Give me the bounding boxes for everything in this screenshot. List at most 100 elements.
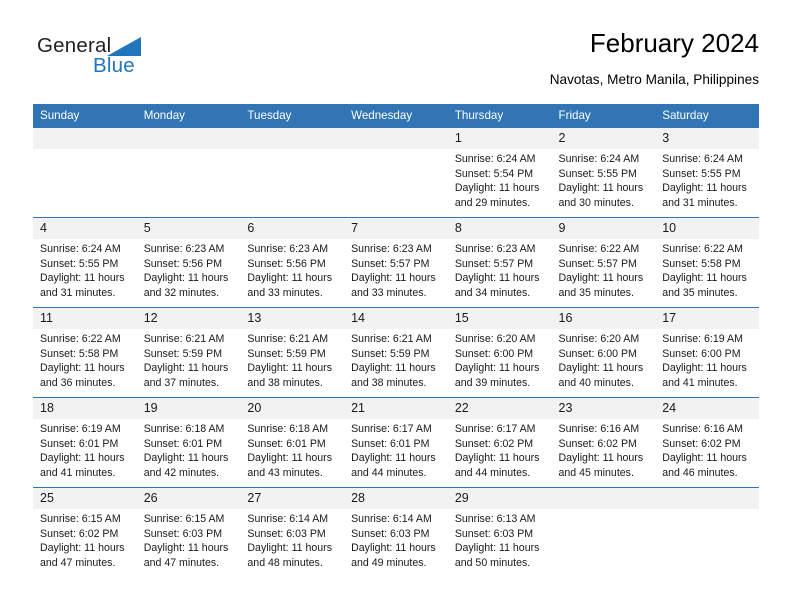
sunrise-text: Sunrise: 6:23 AM [454, 243, 536, 255]
calendar-day-cell[interactable]: 17 Sunrise: 6:19 AM Sunset: 6:00 PM Dayligh… [655, 307, 759, 398]
daylight-text-line1: Daylight: 11 hours [143, 272, 229, 285]
sunrise-text: Sunrise: 6:15 AM [40, 513, 121, 525]
sunrise-text: Sunrise: 6:13 AM [454, 513, 536, 525]
sunset-text: Sunset: 5:55 PM [662, 167, 741, 180]
calendar-day-cell[interactable]: 2 Sunrise: 6:24 AM Sunset: 5:55 PM Daylight… [551, 127, 656, 218]
sunrise-text: Sunrise: 6:23 AM [143, 243, 225, 255]
sunset-text: Sunset: 6:03 PM [247, 527, 326, 540]
calendar-day-cell[interactable]: 21 Sunrise: 6:17 AM Sunset: 6:01 PM Dayligh… [344, 397, 448, 488]
day-number: 3 [655, 128, 759, 149]
daylight-text-line1: Daylight: 11 hours [247, 362, 333, 375]
daylight-text-line2: and 38 minutes. [351, 376, 427, 389]
calendar-day-cell[interactable]: 5 Sunrise: 6:23 AM Sunset: 5:56 PM Daylight… [136, 217, 241, 308]
calendar-day-cell[interactable]: 24 Sunrise: 6:16 AM Sunset: 6:02 PM Dayligh… [655, 397, 759, 488]
day-number: 17 [655, 308, 759, 329]
sunrise-text: Sunrise: 6:22 AM [662, 243, 743, 255]
day-number: 2 [551, 128, 656, 149]
day-sun-info: Sunrise: 6:16 AM Sunset: 6:02 PM Daylight:… [552, 419, 656, 480]
calendar-day-cell[interactable]: 9 Sunrise: 6:22 AM Sunset: 5:57 PM Daylight… [551, 217, 656, 308]
calendar-day-cell[interactable]: 27 Sunrise: 6:14 AM Sunset: 6:03 PM Dayligh… [240, 487, 345, 578]
calendar-day-cell[interactable]: 12 Sunrise: 6:21 AM Sunset: 5:59 PM Dayligh… [136, 307, 241, 398]
day-number [344, 128, 448, 149]
calendar-day-cell[interactable]: 29 Sunrise: 6:13 AM Sunset: 6:03 PM Dayligh… [447, 487, 552, 578]
sunset-text: Sunset: 5:57 PM [558, 257, 637, 270]
calendar-day-cell-empty [33, 127, 137, 218]
calendar-day-cell[interactable]: 26 Sunrise: 6:15 AM Sunset: 6:03 PM Dayligh… [136, 487, 241, 578]
sunset-text: Sunset: 6:03 PM [143, 527, 223, 540]
weekday-header-thursday: Thursday [447, 104, 552, 128]
sunrise-text: Sunrise: 6:17 AM [454, 423, 536, 435]
day-number: 15 [447, 308, 552, 329]
daylight-text-line1: Daylight: 11 hours [143, 452, 229, 465]
calendar-day-cell[interactable]: 10 Sunrise: 6:22 AM Sunset: 5:58 PM Dayligh… [655, 217, 759, 308]
daylight-text-line2: and 42 minutes. [143, 466, 220, 479]
calendar-day-cell[interactable]: 15 Sunrise: 6:20 AM Sunset: 6:00 PM Dayligh… [447, 307, 552, 398]
daylight-text-line2: and 40 minutes. [558, 376, 634, 389]
calendar-day-cell[interactable]: 19 Sunrise: 6:18 AM Sunset: 6:01 PM Dayligh… [136, 397, 241, 488]
daylight-text-line1: Daylight: 11 hours [40, 452, 125, 465]
daylight-text-line2: and 50 minutes. [454, 556, 531, 569]
day-sun-info: Sunrise: 6:23 AM Sunset: 5:56 PM Daylight:… [240, 239, 344, 300]
daylight-text-line2: and 35 minutes. [662, 286, 738, 299]
day-sun-info: Sunrise: 6:21 AM Sunset: 5:59 PM Daylight:… [137, 329, 241, 390]
calendar-day-cell[interactable]: 13 Sunrise: 6:21 AM Sunset: 5:59 PM Dayligh… [240, 307, 345, 398]
calendar-day-cell[interactable]: 1 Sunrise: 6:24 AM Sunset: 5:54 PM Daylight… [447, 127, 552, 218]
calendar-day-cell[interactable]: 22 Sunrise: 6:17 AM Sunset: 6:02 PM Dayligh… [447, 397, 552, 488]
daylight-text-line1: Daylight: 11 hours [40, 272, 125, 285]
calendar-week-row: 1 Sunrise: 6:24 AM Sunset: 5:54 PM Daylight… [33, 127, 759, 218]
calendar-day-cell[interactable]: 4 Sunrise: 6:24 AM Sunset: 5:55 PM Daylight… [33, 217, 137, 308]
daylight-text-line2: and 38 minutes. [247, 376, 323, 389]
day-sun-info: Sunrise: 6:22 AM Sunset: 5:57 PM Daylight:… [552, 239, 656, 300]
calendar-header-row: Sunday Monday Tuesday Wednesday Thursday… [33, 104, 759, 128]
calendar-day-cell[interactable]: 23 Sunrise: 6:16 AM Sunset: 6:02 PM Dayligh… [551, 397, 656, 488]
calendar-day-cell[interactable]: 25 Sunrise: 6:15 AM Sunset: 6:02 PM Dayligh… [33, 487, 137, 578]
day-sun-info: Sunrise: 6:17 AM Sunset: 6:02 PM Daylight:… [448, 419, 552, 480]
day-number: 11 [33, 308, 137, 329]
day-number: 6 [240, 218, 345, 239]
daylight-text-line2: and 48 minutes. [247, 556, 323, 569]
calendar-day-cell[interactable]: 3 Sunrise: 6:24 AM Sunset: 5:55 PM Daylight… [655, 127, 759, 218]
day-number [33, 128, 137, 149]
daylight-text-line1: Daylight: 11 hours [662, 452, 747, 465]
calendar-day-cell[interactable]: 16 Sunrise: 6:20 AM Sunset: 6:00 PM Dayligh… [551, 307, 656, 398]
calendar-day-cell[interactable]: 28 Sunrise: 6:14 AM Sunset: 6:03 PM Dayligh… [344, 487, 448, 578]
weekday-header-saturday: Saturday [655, 104, 759, 128]
daylight-text-line2: and 43 minutes. [247, 466, 323, 479]
day-sun-info: Sunrise: 6:13 AM Sunset: 6:03 PM Daylight:… [448, 509, 552, 570]
daylight-text-line2: and 45 minutes. [558, 466, 634, 479]
day-number: 28 [344, 488, 448, 509]
weekday-header-sunday: Sunday [33, 104, 137, 128]
sunset-text: Sunset: 5:55 PM [558, 167, 637, 180]
calendar-day-cell-empty [655, 487, 759, 578]
calendar-day-cell[interactable]: 11 Sunrise: 6:22 AM Sunset: 5:58 PM Dayligh… [33, 307, 137, 398]
sunset-text: Sunset: 6:02 PM [454, 437, 534, 450]
sunset-text: Sunset: 6:02 PM [662, 437, 741, 450]
daylight-text-line2: and 32 minutes. [143, 286, 220, 299]
day-sun-info: Sunrise: 6:23 AM Sunset: 5:57 PM Daylight:… [448, 239, 552, 300]
day-number [136, 128, 241, 149]
calendar-day-cell[interactable]: 18 Sunrise: 6:19 AM Sunset: 6:01 PM Dayligh… [33, 397, 137, 488]
day-sun-info: Sunrise: 6:22 AM Sunset: 5:58 PM Daylight:… [33, 329, 137, 390]
calendar-day-cell[interactable]: 7 Sunrise: 6:23 AM Sunset: 5:57 PM Daylight… [344, 217, 448, 308]
day-sun-info: Sunrise: 6:24 AM Sunset: 5:55 PM Daylight:… [655, 149, 759, 210]
sunset-text: Sunset: 6:01 PM [143, 437, 223, 450]
sunrise-text: Sunrise: 6:16 AM [558, 423, 640, 435]
calendar-day-cell[interactable]: 6 Sunrise: 6:23 AM Sunset: 5:56 PM Daylight… [240, 217, 345, 308]
daylight-text-line1: Daylight: 11 hours [143, 362, 229, 375]
daylight-text-line2: and 29 minutes. [454, 196, 531, 209]
daylight-text-line1: Daylight: 11 hours [662, 272, 747, 285]
logo-text-blue: Blue [93, 54, 135, 77]
calendar-week-row: 11 Sunrise: 6:22 AM Sunset: 5:58 PM Dayligh… [33, 307, 759, 398]
sunset-text: Sunset: 5:59 PM [143, 347, 223, 360]
daylight-text-line1: Daylight: 11 hours [558, 452, 644, 465]
calendar-day-cell[interactable]: 8 Sunrise: 6:23 AM Sunset: 5:57 PM Daylight… [447, 217, 552, 308]
daylight-text-line2: and 47 minutes. [40, 556, 116, 569]
calendar-day-cell[interactable]: 20 Sunrise: 6:18 AM Sunset: 6:01 PM Dayligh… [240, 397, 345, 488]
day-sun-info: Sunrise: 6:19 AM Sunset: 6:00 PM Daylight:… [655, 329, 759, 390]
sunset-text: Sunset: 5:58 PM [662, 257, 741, 270]
calendar-day-cell[interactable]: 14 Sunrise: 6:21 AM Sunset: 5:59 PM Dayligh… [344, 307, 448, 398]
sunrise-text: Sunrise: 6:22 AM [558, 243, 640, 255]
daylight-text-line2: and 41 minutes. [662, 376, 738, 389]
day-sun-info: Sunrise: 6:19 AM Sunset: 6:01 PM Daylight:… [33, 419, 137, 480]
day-sun-info: Sunrise: 6:24 AM Sunset: 5:54 PM Daylight:… [448, 149, 552, 210]
